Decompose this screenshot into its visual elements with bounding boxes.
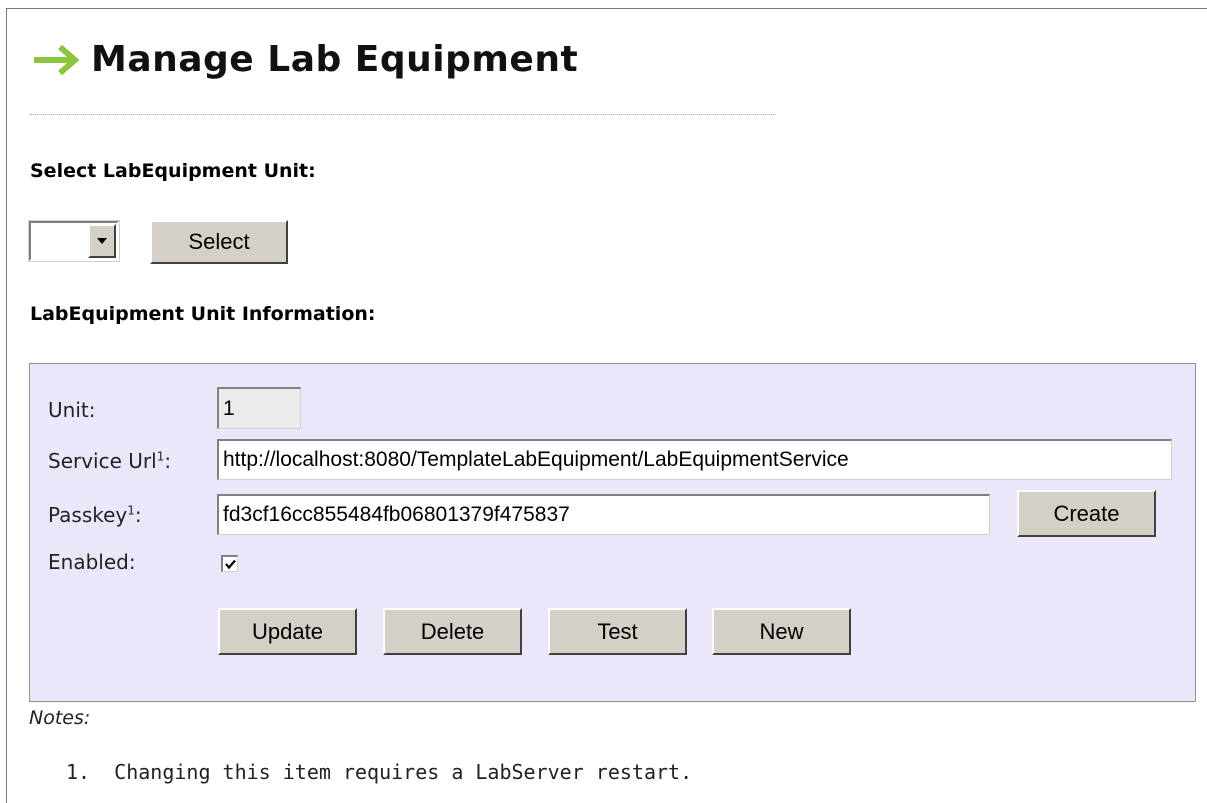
passkey-note-ref: 1 (127, 503, 135, 518)
select-button[interactable]: Select (150, 220, 288, 264)
chevron-down-icon[interactable] (88, 224, 116, 258)
unit-field[interactable]: 1 (217, 387, 301, 429)
page-title: Manage Lab Equipment (91, 38, 579, 80)
note-item: 1. Changing this item requires a LabServ… (66, 760, 693, 784)
service-url-colon: : (164, 449, 172, 473)
select-unit-heading: Select LabEquipment Unit: (30, 160, 316, 182)
unit-dropdown[interactable] (28, 220, 120, 262)
notes-label: Notes: (29, 707, 91, 729)
service-url-field[interactable]: http://localhost:8080/TemplateLabEquipme… (217, 439, 1172, 480)
passkey-field[interactable]: fd3cf16cc855484fb06801379f475837 (217, 494, 990, 535)
unit-info-heading: LabEquipment Unit Information: (30, 303, 376, 325)
service-url-label-text: Service Url (48, 449, 157, 473)
test-button[interactable]: Test (548, 608, 687, 655)
title-divider (30, 114, 776, 115)
update-button[interactable]: Update (218, 608, 357, 655)
unit-label: Unit: (48, 398, 96, 422)
checkmark-icon (224, 559, 236, 569)
enabled-checkbox[interactable] (221, 555, 238, 572)
passkey-colon: : (134, 503, 142, 527)
enabled-label: Enabled: (48, 550, 136, 574)
right-arrow-icon (33, 39, 85, 79)
page-header: Manage Lab Equipment (33, 34, 578, 84)
delete-button[interactable]: Delete (383, 608, 522, 655)
service-url-label: Service Url1: (48, 449, 171, 473)
new-button[interactable]: New (712, 608, 851, 655)
passkey-label-text: Passkey (48, 503, 128, 527)
create-passkey-button[interactable]: Create (1017, 490, 1156, 537)
passkey-label: Passkey1: (48, 503, 142, 527)
